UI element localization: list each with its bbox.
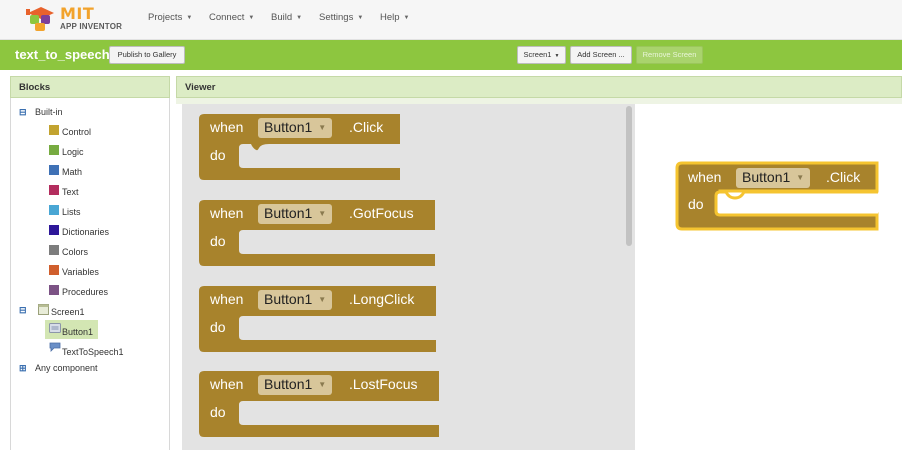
logo-icon (26, 7, 54, 31)
logic-color-icon (49, 145, 59, 155)
when-label: when (210, 291, 244, 307)
tree-item-control[interactable]: Control (62, 127, 91, 137)
when-label: when (210, 205, 244, 221)
mit-app-inventor-logo[interactable]: MIT APP INVENTOR (24, 3, 144, 35)
project-toolbar: text_to_speech Publish to Gallery Screen… (0, 40, 902, 70)
dropdown-arrow-icon: ▼ (318, 380, 327, 389)
event-name: .LostFocus (349, 376, 418, 392)
control-color-icon (49, 125, 59, 135)
tree-any-component[interactable]: Any component (35, 363, 98, 373)
logo-app-inventor-text: APP INVENTOR (60, 22, 123, 31)
text-to-speech-icon (49, 342, 61, 352)
dictionaries-color-icon (49, 225, 59, 235)
component-dropdown[interactable]: Button1 ▼ (736, 168, 811, 188)
chevron-down-icon: ▼ (296, 15, 303, 21)
component-dropdown-value: Button1 (264, 376, 313, 392)
screen-icon (38, 304, 49, 315)
chevron-down-icon: ▼ (186, 15, 193, 21)
remove-screen-button[interactable]: Remove Screen (636, 46, 703, 64)
when-label: when (688, 169, 722, 185)
chevron-down-icon: ▼ (248, 15, 255, 21)
event-name: .Click (826, 169, 861, 185)
tree-item-button1[interactable]: Button1 (62, 327, 93, 337)
do-label: do (210, 319, 226, 335)
when-label: when (210, 376, 244, 392)
dropdown-arrow-icon: ▼ (318, 295, 327, 304)
top-bar: MIT APP INVENTOR Projects ▼ Connect ▼ Buil… (0, 0, 902, 40)
lists-color-icon (49, 205, 59, 215)
flyout-scrollbar[interactable] (626, 106, 632, 246)
procedures-color-icon (49, 285, 59, 295)
collapse-toggle-icon[interactable]: ⊟ (19, 306, 27, 315)
event-name: .Click (349, 119, 384, 135)
do-label: do (210, 147, 226, 163)
project-name: text_to_speech (15, 47, 110, 62)
dropdown-arrow-icon: ▼ (318, 123, 327, 132)
component-dropdown-value: Button1 (264, 205, 313, 221)
do-label: do (688, 196, 704, 212)
component-dropdown[interactable]: Button1 ▼ (258, 118, 333, 138)
nav-help-label: Help (380, 12, 400, 23)
nav-connect-label: Connect (209, 12, 245, 23)
chevron-down-icon: ▼ (403, 15, 410, 21)
dropdown-arrow-icon: ▼ (318, 209, 327, 218)
tree-screen1[interactable]: Screen1 (51, 307, 85, 317)
publish-to-gallery-button[interactable]: Publish to Gallery (109, 46, 185, 64)
do-label: do (210, 404, 226, 420)
add-screen-button[interactable]: Add Screen ... (570, 46, 632, 64)
text-color-icon (49, 185, 59, 195)
nav-help[interactable]: Help ▼ (380, 12, 410, 23)
logo-mit-text: MIT (60, 4, 95, 23)
chevron-down-icon: ▼ (554, 53, 560, 59)
chevron-down-icon: ▼ (357, 15, 364, 21)
tree-item-procedures[interactable]: Procedures (62, 287, 108, 297)
tree-item-variables[interactable]: Variables (62, 267, 99, 277)
collapse-toggle-icon[interactable]: ⊟ (19, 108, 27, 117)
blocks-panel: ⊟ Built-in Control Logic Math Text Lists… (10, 98, 170, 450)
component-dropdown[interactable]: Button1 ▼ (258, 204, 333, 224)
nav-projects[interactable]: Projects ▼ (148, 12, 192, 23)
nav-build[interactable]: Build ▼ (271, 12, 302, 23)
tree-item-texttospeech1[interactable]: TextToSpeech1 (62, 347, 124, 357)
dropdown-arrow-icon: ▼ (796, 173, 805, 182)
tree-built-in[interactable]: Built-in (35, 107, 63, 117)
variables-color-icon (49, 265, 59, 275)
component-dropdown-value: Button1 (742, 169, 791, 185)
nav-settings[interactable]: Settings ▼ (319, 12, 363, 23)
tree-item-text[interactable]: Text (62, 187, 79, 197)
button-component-icon (49, 323, 61, 333)
when-label: when (210, 119, 244, 135)
tree-item-lists[interactable]: Lists (62, 207, 81, 217)
component-dropdown[interactable]: Button1 ▼ (258, 290, 333, 310)
colors-color-icon (49, 245, 59, 255)
nav-projects-label: Projects (148, 12, 183, 23)
nav-connect[interactable]: Connect ▼ (209, 12, 254, 23)
nav-settings-label: Settings (319, 12, 354, 23)
event-name: .GotFocus (349, 205, 414, 221)
tree-item-dictionaries[interactable]: Dictionaries (62, 227, 109, 237)
blocks-panel-header: Blocks (10, 76, 170, 98)
nav-build-label: Build (271, 12, 293, 23)
tree-item-logic[interactable]: Logic (62, 147, 84, 157)
screen-select-label: Screen1 (523, 50, 552, 59)
do-label: do (210, 233, 226, 249)
component-dropdown[interactable]: Button1 ▼ (258, 375, 333, 395)
tree-item-math[interactable]: Math (62, 167, 82, 177)
component-dropdown-value: Button1 (264, 119, 313, 135)
expand-toggle-icon[interactable]: ⊞ (19, 364, 27, 373)
tree-item-colors[interactable]: Colors (62, 247, 88, 257)
math-color-icon (49, 165, 59, 175)
component-dropdown-value: Button1 (264, 291, 313, 307)
screen-select-dropdown[interactable]: Screen1 ▼ (517, 46, 566, 64)
event-name: .LongClick (349, 291, 415, 307)
viewer-header: Viewer (176, 76, 902, 98)
blocks-workspace[interactable] (636, 104, 902, 450)
